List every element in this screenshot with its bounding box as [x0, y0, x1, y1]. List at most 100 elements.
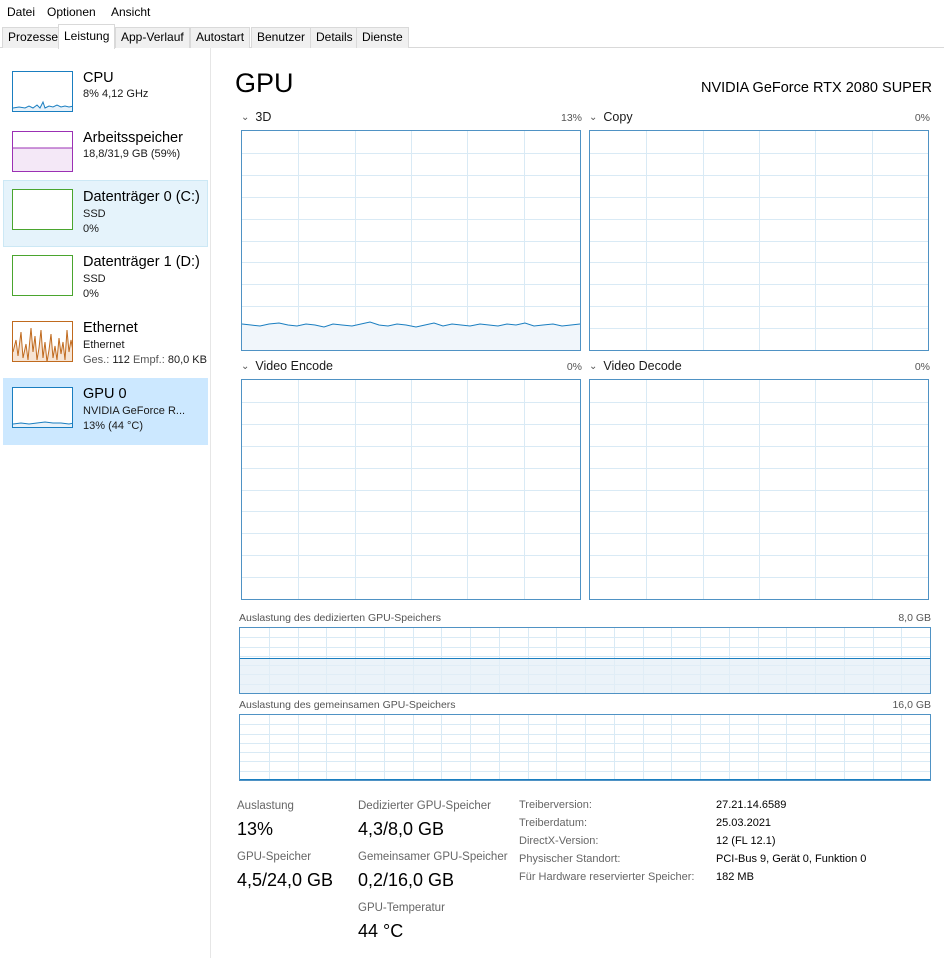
memory-title: Arbeitsspeicher — [83, 130, 183, 146]
tab-startup[interactable]: Autostart — [190, 27, 251, 48]
utilization-label: Auslastung — [237, 800, 294, 812]
gpu-usage-temp: 13% (44 °C) — [83, 420, 144, 432]
graph-copy-plot — [590, 131, 928, 350]
disk1-title: Datenträger 1 (D:) — [83, 254, 200, 270]
graph-shared-memory — [239, 714, 931, 781]
tab-details[interactable]: Details — [310, 27, 359, 48]
cpu-thumbnail — [12, 71, 73, 112]
sidebar-item-gpu[interactable]: GPU 0 NVIDIA GeForce R... 13% (44 °C) — [3, 378, 208, 445]
panel-encode-percent: 0% — [566, 361, 582, 373]
gpu-memory-label: GPU-Speicher — [237, 851, 312, 863]
disk1-thumbnail — [12, 255, 73, 296]
memory-usage: 18,8/31,9 GB (59%) — [83, 148, 181, 160]
tab-app-history[interactable]: App-Verlauf — [115, 27, 190, 48]
gpu-model-name: NVIDIA GeForce RTX 2080 SUPER — [700, 80, 932, 96]
menu-options[interactable]: Optionen — [47, 5, 96, 19]
sidebar-item-disk0[interactable]: Datenträger 0 (C:) SSD 0% — [3, 180, 208, 247]
graph-video-encode — [241, 379, 581, 600]
panel-3d-percent: 13% — [560, 112, 582, 124]
panel-copy-header[interactable]: ⌄ Copy — [589, 110, 633, 124]
disk0-title: Datenträger 0 (C:) — [83, 189, 200, 205]
main-panel: GPU NVIDIA GeForce RTX 2080 SUPER ⌄ 3D 13… — [212, 48, 944, 958]
chevron-down-icon[interactable]: ⌄ — [241, 112, 249, 123]
tab-users[interactable]: Benutzer — [251, 27, 312, 48]
info-reserved-memory-key: Für Hardware reservierter Speicher: — [519, 871, 695, 883]
sidebar-item-ethernet[interactable]: Ethernet Ethernet Ges.: 112 Empf.: 80,0 … — [3, 312, 208, 379]
panel-decode-header[interactable]: ⌄ Video Decode — [589, 359, 682, 373]
panel-copy-percent: 0% — [914, 112, 930, 124]
ethernet-recv-value: 80,0 KB — [167, 354, 207, 366]
info-location-value: PCI-Bus 9, Gerät 0, Funktion 0 — [716, 853, 867, 865]
sidebar-item-memory[interactable]: Arbeitsspeicher 18,8/31,9 GB (59%) — [3, 122, 208, 189]
shared-gpu-memory-value: 0,2/16,0 GB — [358, 870, 455, 890]
graph-video-decode — [589, 379, 929, 600]
panel-encode-label: Video Encode — [255, 359, 334, 373]
tab-services[interactable]: Dienste — [356, 27, 409, 48]
disk1-type: SSD — [83, 273, 106, 285]
graph-dedicated-plot — [240, 628, 930, 693]
memory-thumbnail — [12, 131, 73, 172]
page-title: GPU — [235, 68, 294, 98]
disk0-usage: 0% — [83, 223, 99, 235]
chevron-down-icon[interactable]: ⌄ — [241, 361, 249, 372]
cpu-usage: 8% 4,12 GHz — [83, 88, 149, 100]
graph-encode-plot — [242, 380, 580, 599]
info-driver-date-value: 25.03.2021 — [716, 817, 772, 829]
tab-processes[interactable]: Prozesse — [2, 27, 65, 48]
panel-decode-percent: 0% — [914, 361, 930, 373]
ethernet-title: Ethernet — [83, 320, 138, 336]
utilization-value: 13% — [237, 819, 274, 839]
gpu-temperature-label: GPU-Temperatur — [358, 902, 445, 914]
disk0-thumbnail — [12, 189, 73, 230]
tab-performance[interactable]: Leistung — [58, 24, 116, 49]
ethernet-sent-value: 112 — [112, 354, 130, 366]
dedicated-memory-label: Auslastung des dedizierten GPU-Speichers — [239, 612, 441, 624]
dedicated-gpu-memory-value: 4,3/8,0 GB — [358, 819, 445, 839]
info-driver-date-key: Treiberdatum: — [519, 817, 588, 829]
graph-decode-plot — [590, 380, 928, 599]
menu-file[interactable]: Datei — [7, 5, 35, 19]
shared-gpu-memory-label: Gemeinsamer GPU-Speicher — [358, 851, 508, 863]
info-driver-version-key: Treiberversion: — [519, 799, 592, 811]
ethernet-thumbnail — [12, 321, 73, 362]
gpu-model-short: NVIDIA GeForce R... — [83, 405, 186, 417]
gpu-memory-value: 4,5/24,0 GB — [237, 870, 334, 890]
shared-memory-label: Auslastung des gemeinsamen GPU-Speichers — [239, 699, 456, 711]
panel-copy-label: Copy — [603, 110, 633, 124]
chevron-down-icon[interactable]: ⌄ — [589, 112, 597, 123]
graph-3d-plot — [242, 131, 580, 350]
menu-view[interactable]: Ansicht — [111, 5, 150, 19]
ethernet-sent-label: Ges.: — [83, 354, 110, 366]
dedicated-memory-max: 8,0 GB — [898, 612, 931, 624]
dedicated-gpu-memory-label: Dedizierter GPU-Speicher — [358, 800, 491, 812]
disk0-type: SSD — [83, 208, 106, 220]
graph-copy — [589, 130, 929, 351]
panel-decode-label: Video Decode — [603, 359, 682, 373]
ethernet-throughput: Ges.: 112 Empf.: 80,0 KB — [83, 354, 207, 366]
graph-dedicated-memory — [239, 627, 931, 694]
sidebar-item-cpu[interactable]: CPU 8% 4,12 GHz — [3, 62, 208, 129]
info-directx-value: 12 (FL 12.1) — [716, 835, 776, 847]
disk1-usage: 0% — [83, 288, 99, 300]
info-directx-key: DirectX-Version: — [519, 835, 599, 847]
graph-3d — [241, 130, 581, 351]
ethernet-adapter: Ethernet — [83, 339, 125, 351]
info-location-key: Physischer Standort: — [519, 853, 621, 865]
info-driver-version-value: 27.21.14.6589 — [716, 799, 787, 811]
sidebar: CPU 8% 4,12 GHz Arbeitsspeicher 18,8/31,… — [0, 48, 211, 958]
cpu-title: CPU — [83, 70, 114, 86]
shared-memory-max: 16,0 GB — [892, 699, 931, 711]
gpu-temperature-value: 44 °C — [358, 921, 404, 941]
ethernet-recv-label: Empf.: — [132, 354, 165, 366]
panel-3d-header[interactable]: ⌄ 3D — [241, 110, 271, 124]
tab-bar: Prozesse Leistung App-Verlauf Autostart … — [0, 24, 944, 49]
panel-encode-header[interactable]: ⌄ Video Encode — [241, 359, 333, 373]
gpu-thumbnail — [12, 387, 73, 428]
sidebar-item-disk1[interactable]: Datenträger 1 (D:) SSD 0% — [3, 246, 208, 313]
gpu-title: GPU 0 — [83, 386, 127, 402]
menu-bar: Datei Optionen Ansicht — [0, 0, 944, 24]
panel-3d-label: 3D — [255, 110, 272, 124]
info-reserved-memory-value: 182 MB — [716, 871, 754, 883]
chevron-down-icon[interactable]: ⌄ — [589, 361, 597, 372]
graph-shared-plot — [240, 715, 930, 780]
